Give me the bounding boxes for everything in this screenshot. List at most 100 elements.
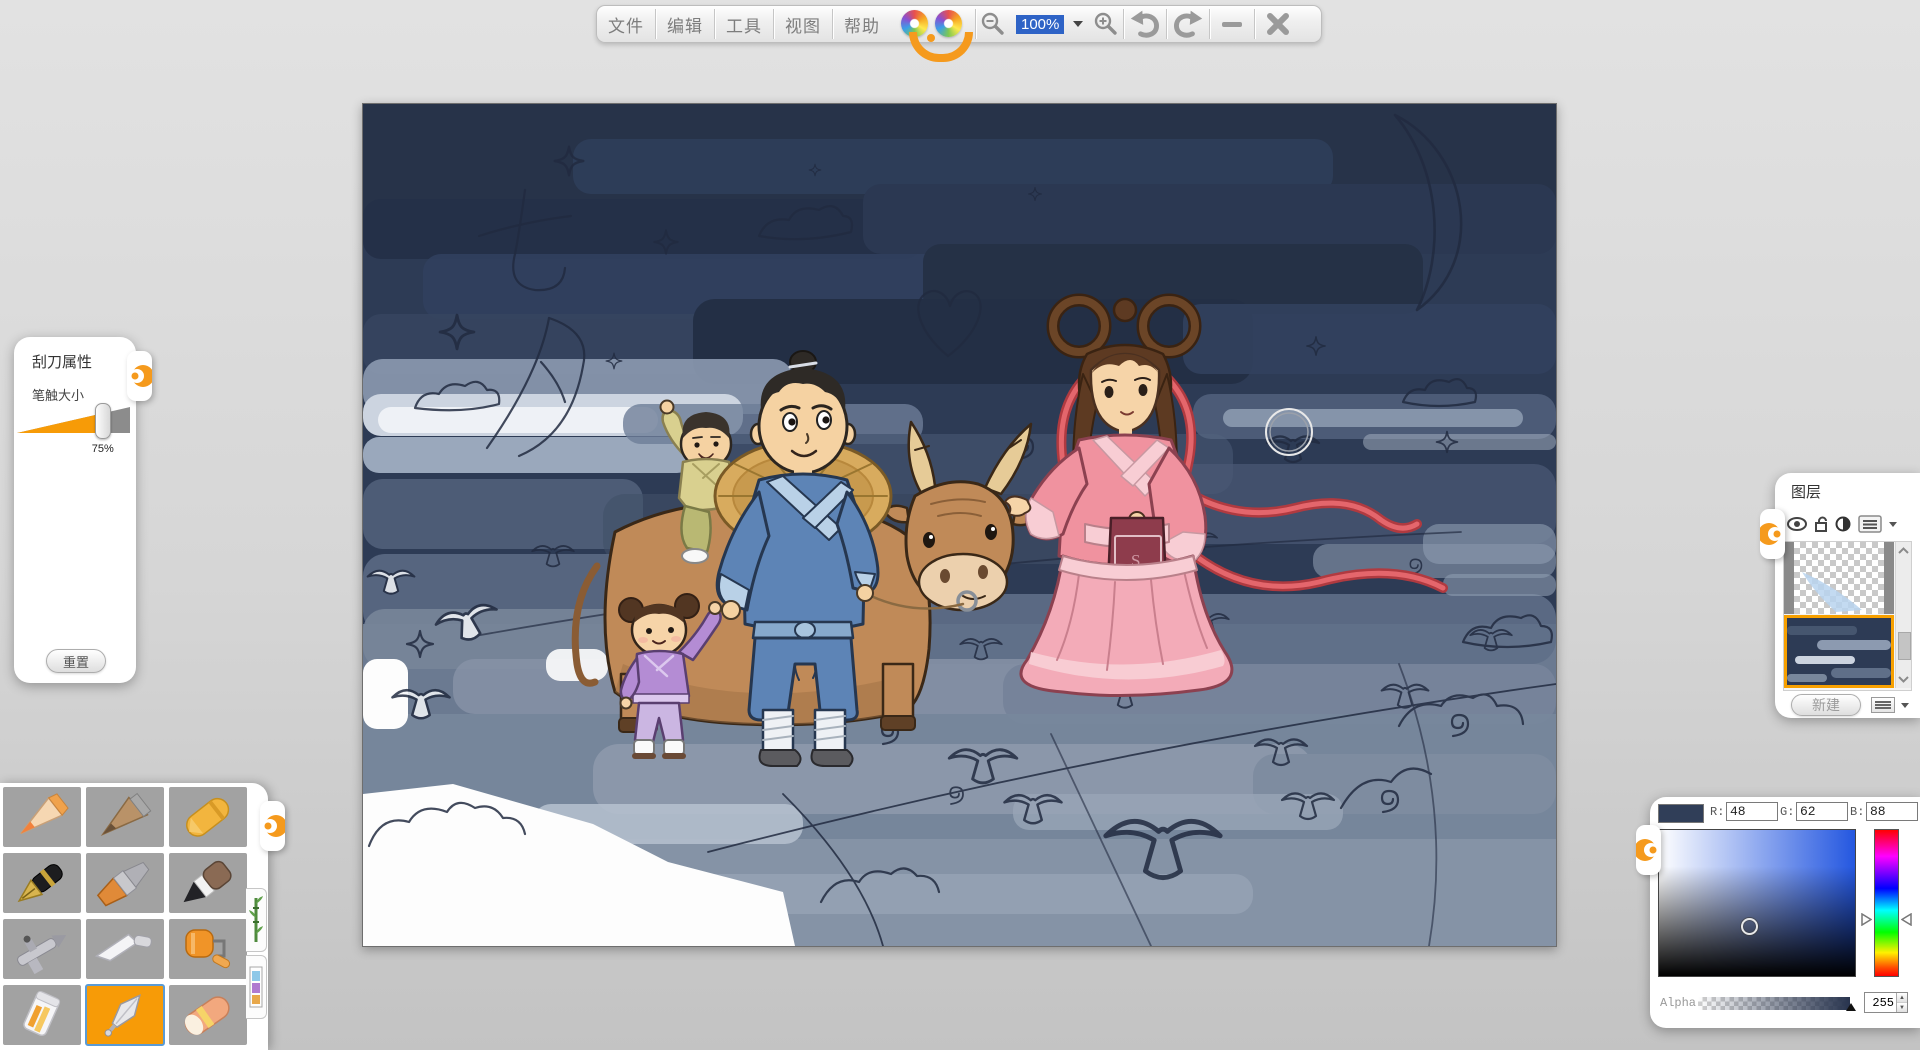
b-label: B: (1850, 805, 1864, 819)
tool-flat-brush[interactable] (86, 853, 164, 913)
menu-2[interactable]: 工具 (715, 6, 773, 42)
layer-list-menu-button[interactable] (1858, 515, 1882, 533)
undo-button[interactable] (1124, 9, 1166, 39)
zoom-level-value[interactable]: 100% (1016, 15, 1064, 34)
saturation-value-square[interactable] (1658, 829, 1856, 977)
scraper-panel-title: 刮刀属性 (32, 351, 92, 372)
zoom-in-icon (1093, 11, 1119, 37)
sv-cursor[interactable] (1741, 918, 1758, 935)
alpha-input[interactable] (1865, 993, 1896, 1012)
panel-drag-handle[interactable] (260, 801, 285, 851)
undo-icon (1129, 10, 1161, 38)
menu-3[interactable]: 视图 (774, 6, 832, 42)
layer-menu-dropdown-icon[interactable] (1889, 522, 1897, 527)
panel-drag-handle[interactable] (1636, 825, 1661, 875)
panel-drag-handle[interactable] (1760, 509, 1785, 559)
alpha-up-button[interactable]: ▲ (1897, 993, 1907, 1003)
drawing-canvas[interactable]: S S S (362, 103, 1557, 947)
current-color-swatch (1658, 804, 1704, 823)
scraper-properties-panel: 刮刀属性 笔触大小 75% 重置 (14, 337, 136, 683)
zoom-out-icon (980, 11, 1006, 37)
redo-icon (1172, 10, 1204, 38)
tool-wood-pencil[interactable] (86, 787, 164, 847)
menu-4[interactable]: 帮助 (833, 6, 891, 42)
tool-pencil[interactable] (3, 787, 81, 847)
menu-0[interactable]: 文件 (597, 6, 655, 42)
handle-claw-icon (1760, 509, 1785, 559)
alpha-label: Alpha (1660, 996, 1696, 1010)
tool-paint-jar[interactable] (3, 985, 81, 1045)
hue-marker-left-icon[interactable] (1861, 913, 1872, 926)
close-icon (1266, 12, 1290, 36)
layers-panel-title: 图层 (1791, 481, 1821, 502)
sky-thumb-art (1787, 618, 1891, 685)
r-input[interactable] (1726, 802, 1778, 821)
zoom-level-field[interactable]: 100% (1016, 15, 1083, 34)
bamboo-icon (249, 894, 263, 946)
brush-size-value: 75% (92, 443, 114, 455)
tool-ink-brush[interactable] (169, 853, 247, 913)
main-toolbar: 文件编辑工具视图帮助 100% (596, 5, 1322, 43)
alpha-down-button[interactable]: ▼ (1897, 1003, 1907, 1012)
tool-grid (3, 787, 247, 1045)
g-label: G: (1780, 805, 1794, 819)
minimize-button[interactable] (1210, 9, 1254, 39)
sketch-thumb-art (1784, 542, 1894, 614)
alpha-bar[interactable] (1698, 997, 1850, 1010)
close-button[interactable] (1255, 9, 1301, 39)
scroll-down-icon (1896, 674, 1911, 684)
alpha-spinner: ▲ ▼ (1864, 992, 1908, 1013)
layer-list (1783, 541, 1912, 691)
layer-item-sketch[interactable] (1784, 542, 1894, 614)
tool-palette-panel (0, 783, 268, 1050)
scrollbar-thumb[interactable] (1898, 632, 1911, 660)
mascot-logo (891, 6, 975, 42)
tool-crayon[interactable] (169, 787, 247, 847)
layer-action-icons (1787, 513, 1912, 535)
layer-thumbnails (1784, 542, 1894, 688)
tool-scraper-knife[interactable] (86, 985, 164, 1045)
mascot-smile-icon (909, 32, 973, 62)
layer-scrollbar[interactable] (1895, 542, 1911, 688)
picture-icon (249, 961, 263, 1013)
g-input[interactable] (1796, 802, 1848, 821)
lock-icon[interactable] (1814, 516, 1828, 532)
zoom-out-button[interactable] (976, 9, 1010, 39)
b-input[interactable] (1866, 802, 1918, 821)
tool-fountain-pen[interactable] (3, 853, 81, 913)
tool-eraser[interactable] (169, 985, 247, 1045)
hue-marker-right-icon[interactable] (1901, 913, 1912, 926)
layers-options-dropdown-icon[interactable] (1901, 703, 1909, 708)
reset-button[interactable]: 重置 (46, 649, 106, 673)
tab-bamboo-category[interactable] (246, 888, 267, 952)
canvas-artwork: S S S (363, 104, 1556, 946)
visibility-eye-icon[interactable] (1787, 517, 1807, 531)
alpha-spin-buttons: ▲ ▼ (1896, 993, 1907, 1012)
layers-options-button[interactable] (1871, 697, 1895, 713)
zoom-in-button[interactable] (1089, 9, 1123, 39)
tab-picture-category[interactable] (246, 955, 267, 1019)
redo-button[interactable] (1167, 9, 1209, 39)
menu-bar: 文件编辑工具视图帮助 (597, 6, 891, 42)
slider-thumb[interactable] (95, 403, 111, 439)
handle-claw-icon (1636, 825, 1661, 875)
tool-palette-knife[interactable] (86, 919, 164, 979)
brush-size-label: 笔触大小 (32, 385, 84, 404)
color-picker-panel: R: G: B: Alpha ▲ ▼ (1650, 797, 1920, 1028)
paint-app-window: 文件编辑工具视图帮助 100% (0, 0, 1920, 1050)
panel-drag-handle[interactable] (127, 351, 152, 401)
handle-claw-icon (260, 801, 285, 851)
hue-bar[interactable] (1874, 829, 1899, 977)
alpha-marker-icon[interactable] (1846, 1003, 1856, 1011)
r-label: R: (1710, 805, 1724, 819)
new-layer-button[interactable]: 新建 (1791, 694, 1861, 716)
layer-item-sky[interactable] (1784, 615, 1894, 688)
tool-paint-roller[interactable] (169, 919, 247, 979)
scroll-up-icon (1896, 546, 1911, 556)
brush-size-slider[interactable]: 75% (17, 407, 130, 433)
tool-airbrush[interactable] (3, 919, 81, 979)
zoom-dropdown-arrow-icon[interactable] (1073, 21, 1083, 27)
contrast-blend-icon[interactable] (1835, 516, 1851, 532)
slider-fill (17, 407, 102, 433)
menu-1[interactable]: 编辑 (656, 6, 714, 42)
